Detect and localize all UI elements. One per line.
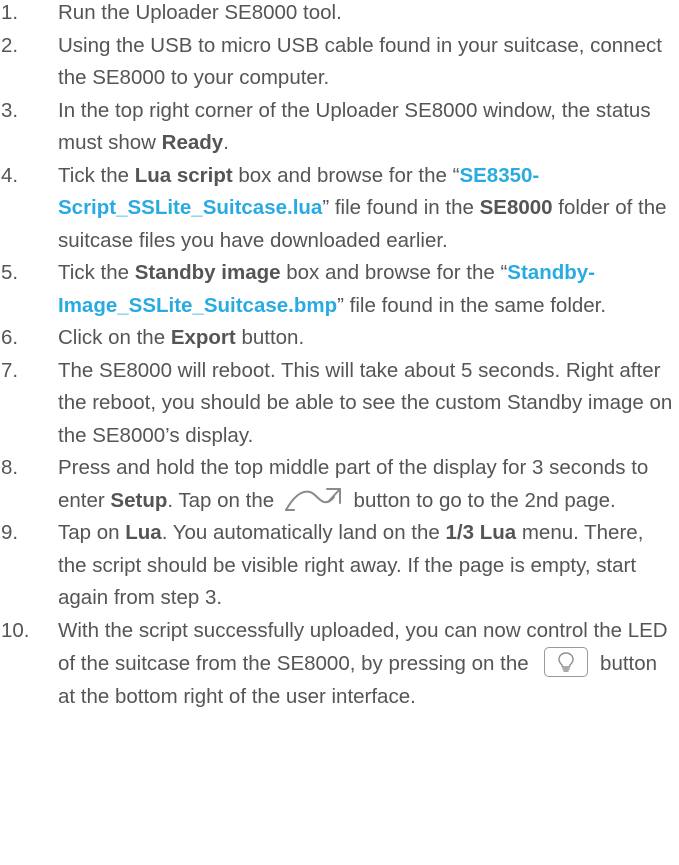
step-text: . Tap on the — [167, 488, 280, 512]
step-number: 7. — [1, 358, 19, 382]
step-number: 2. — [1, 33, 19, 57]
step-text: Tick the — [58, 163, 135, 187]
step-text: button. — [235, 326, 305, 349]
step-item: 5. Tick the Standby image box and browse … — [0, 257, 679, 322]
step-number: 4. — [1, 163, 19, 187]
step-text: button to go to the 2nd page. — [347, 488, 616, 512]
bold-term: Lua script — [134, 163, 233, 187]
step-item: 10. With the script successfully uploaded… — [0, 615, 679, 714]
bold-term: Ready — [161, 131, 224, 154]
step-text: Tick the — [58, 261, 135, 284]
step-number: 8. — [1, 456, 19, 479]
step-number: 5. — [1, 261, 19, 284]
step-text: box and browse for the “ — [280, 261, 508, 284]
step-item: 4. Tick the Lua script box and browse for… — [0, 160, 679, 258]
step-text: The SE8000 will reboot. This will take a… — [58, 358, 673, 447]
step-item: 7. The SE8000 will reboot. This will take… — [0, 355, 679, 453]
step-text: box and browse for the “ — [232, 163, 460, 187]
step-number: 3. — [1, 98, 19, 122]
step-number: 10. — [1, 618, 30, 642]
step-item: 6. Click on the Export button. — [0, 322, 679, 355]
bold-term: Lua — [125, 521, 162, 544]
instruction-steps: 1. Run the Uploader SE8000 tool. 2. Using t… — [0, 0, 679, 713]
step-text: . You automatically land on the — [161, 521, 446, 544]
step-item: 8. Press and hold the top middle part of … — [0, 452, 679, 517]
bold-term: SE8000 — [479, 196, 553, 219]
step-text: Run the Uploader SE8000 tool. — [58, 1, 342, 24]
step-item: 3. In the top right corner of the Uploade… — [0, 95, 679, 160]
step-text: . — [223, 131, 229, 154]
step-item: 2. Using the USB to micro USB cable found… — [0, 30, 679, 95]
step-number: 1. — [1, 1, 19, 24]
step-text: Click on the — [58, 326, 171, 349]
step-number: 6. — [1, 326, 19, 349]
step-text: Using the USB to micro USB cable found i… — [58, 33, 662, 90]
bold-term: Standby image — [134, 261, 281, 284]
bold-term: 1/3 Lua — [445, 521, 517, 544]
swipe-arrow-icon — [284, 486, 344, 512]
step-text: ” file found in the — [322, 196, 480, 219]
step-number: 9. — [1, 521, 19, 544]
step-text: ” file found in the same folder. — [337, 293, 607, 317]
step-text: In the top right corner of the Uploader … — [58, 98, 651, 155]
step-item: 1. Run the Uploader SE8000 tool. — [0, 0, 679, 30]
step-item: 9. Tap on Lua. You automatically land on … — [0, 517, 679, 615]
bold-term: Export — [170, 326, 236, 349]
bold-term: Setup — [110, 488, 168, 512]
step-text: Tap on — [58, 521, 126, 544]
lightbulb-icon — [544, 647, 589, 677]
